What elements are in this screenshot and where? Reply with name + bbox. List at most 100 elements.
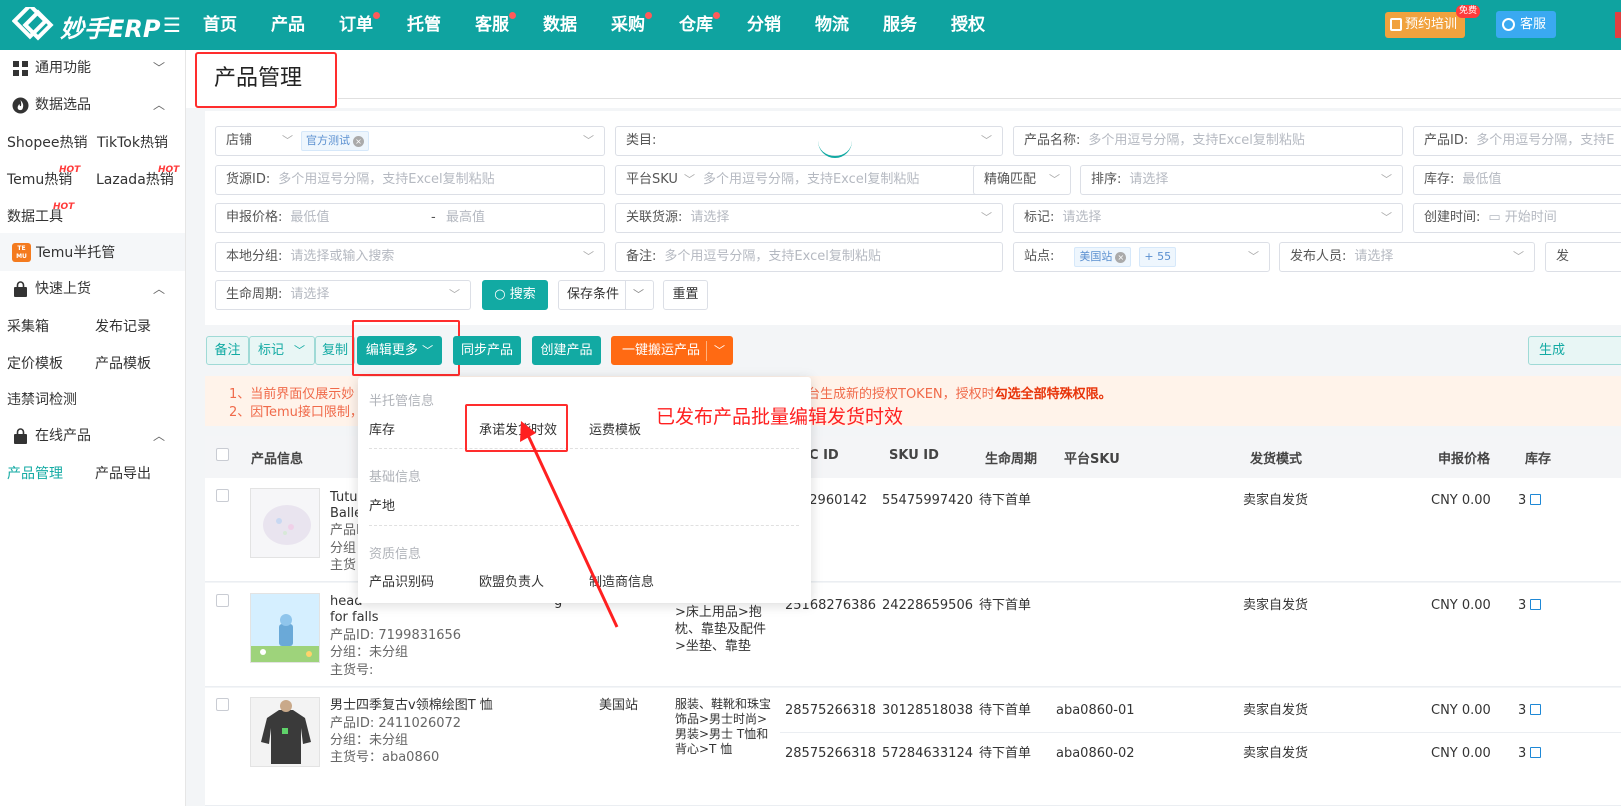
hot-badge: HOT bbox=[53, 202, 75, 212]
one-click-move-button[interactable]: 一键搬运产品 ﹀ bbox=[611, 336, 733, 365]
copy-button[interactable]: 复制 bbox=[315, 336, 355, 365]
sidebar-group-online[interactable]: 在线产品 ︿ bbox=[0, 418, 185, 455]
stock-cell[interactable]: 3 bbox=[1518, 702, 1542, 719]
price-range-input[interactable]: 申报价格: 最低值 - 最高值 bbox=[215, 203, 605, 233]
sidebar-item-tiktok-hot[interactable]: TikTok热销 bbox=[97, 133, 168, 153]
reset-button[interactable]: 重置 bbox=[663, 280, 708, 310]
sidebar-item-banned-words[interactable]: 违禁词检测 bbox=[7, 390, 77, 410]
remark-input[interactable]: 备注: 多个用逗号分隔，支持Excel复制粘贴 bbox=[615, 242, 1003, 272]
sort-select[interactable]: 排序: 请选择 ﹀ bbox=[1080, 165, 1403, 195]
product-id: 产品I bbox=[330, 523, 360, 538]
close-icon[interactable]: × bbox=[1115, 251, 1127, 263]
nav-auth[interactable]: 授权 bbox=[951, 0, 985, 50]
remark-button[interactable]: 备注 bbox=[206, 336, 249, 365]
menu-item-product-id-code[interactable]: 产品识别码 bbox=[369, 571, 434, 590]
sidebar-item-product-export[interactable]: 产品导出 bbox=[95, 464, 151, 484]
search-button[interactable]: ○ 搜索 bbox=[482, 280, 548, 310]
customer-service-button[interactable]: 客服 bbox=[1496, 11, 1556, 38]
edit-icon[interactable] bbox=[1530, 704, 1542, 715]
nav-service[interactable]: 服务 bbox=[883, 0, 917, 50]
ship-mode: 卖家自发货 bbox=[1243, 703, 1309, 718]
stock-min-input[interactable]: 库存: 最低值 bbox=[1413, 165, 1621, 195]
close-icon[interactable]: × bbox=[353, 135, 365, 147]
sidebar-group-common[interactable]: 通用功能 ﹀ bbox=[0, 50, 185, 87]
shop-select[interactable]: 店铺 ﹀ 官方测试 × ﹀ bbox=[215, 126, 605, 156]
product-group: 分组：未分组 bbox=[330, 645, 409, 660]
sync-products-button[interactable]: 同步产品 bbox=[453, 336, 521, 365]
book-training-button[interactable]: 预约培训 bbox=[1385, 12, 1465, 38]
stock-cell[interactable]: 3 bbox=[1518, 745, 1542, 762]
notification-dot bbox=[645, 12, 652, 19]
product-id: 产品ID: 7199831656 bbox=[330, 628, 462, 643]
nav-warehouse[interactable]: 仓库 bbox=[679, 0, 720, 50]
edge-button[interactable] bbox=[1615, 12, 1621, 38]
menu-item-origin[interactable]: 产地 bbox=[369, 495, 395, 514]
sidebar-item-collect-box[interactable]: 采集箱 bbox=[7, 317, 49, 337]
select-all-checkbox[interactable] bbox=[216, 448, 229, 461]
local-group-select[interactable]: 本地分组: 请选择或输入搜索 ﹀ bbox=[215, 242, 605, 272]
row-checkbox[interactable] bbox=[216, 489, 229, 502]
nav-distribution[interactable]: 分销 bbox=[747, 0, 781, 50]
save-condition-button[interactable]: 保存条件 ﹀ bbox=[558, 280, 654, 310]
match-mode-select[interactable]: 精确匹配 ﹀ bbox=[973, 165, 1071, 195]
nav-hosting[interactable]: 托管 bbox=[407, 0, 441, 50]
linked-source-select[interactable]: 关联货源: 请选择 ﹀ bbox=[615, 203, 1003, 233]
site-select[interactable]: 站点: 美国站 × + 55 ﹀ bbox=[1013, 242, 1270, 272]
highlight-box bbox=[195, 52, 337, 108]
section-qualification: 资质信息 bbox=[369, 547, 422, 562]
product-title[interactable]: 男士四季复古v领棉绘图T 恤 bbox=[330, 697, 493, 714]
generate-button[interactable]: 生成 bbox=[1528, 336, 1621, 365]
menu-item-manufacturer[interactable]: 制造商信息 bbox=[589, 571, 654, 590]
mark-dropdown-button[interactable]: 标记 ﹀ bbox=[249, 336, 315, 365]
create-product-button[interactable]: 创建产品 bbox=[532, 336, 601, 365]
row-checkbox[interactable] bbox=[216, 594, 229, 607]
publisher-select[interactable]: 发布人员: 请选择 ﹀ bbox=[1279, 242, 1535, 272]
menu-toggle-icon[interactable]: ☰ bbox=[163, 13, 181, 37]
product-name-input[interactable]: 产品名称: 多个用逗号分隔，支持Excel复制粘贴 bbox=[1013, 126, 1403, 156]
title-divider bbox=[338, 98, 1621, 99]
nav-data[interactable]: 数据 bbox=[543, 0, 577, 50]
bag-icon bbox=[14, 281, 27, 297]
product-id-input[interactable]: 产品ID: 多个用逗号分隔，支持E bbox=[1413, 126, 1621, 156]
source-id-input[interactable]: 货源ID: 多个用逗号分隔，支持Excel复制粘贴 bbox=[215, 165, 605, 195]
platform-sku-input[interactable]: 平台SKU ﹀ 多个用逗号分隔，支持Excel复制粘贴 bbox=[615, 165, 1003, 195]
sku-id: 55475997420 bbox=[882, 493, 973, 508]
sidebar-item-shopee-hot[interactable]: Shopee热销 bbox=[7, 133, 87, 153]
shop-tag: 官方测试 × bbox=[301, 130, 370, 151]
sidebar-item-pricing-template[interactable]: 定价模板 bbox=[7, 354, 63, 374]
nav-home[interactable]: 首页 bbox=[203, 0, 237, 50]
calendar-icon bbox=[1390, 18, 1402, 31]
search-icon: ○ bbox=[494, 287, 506, 302]
sidebar-group-selection[interactable]: 数据选品 ︿ bbox=[0, 87, 185, 124]
nav-product[interactable]: 产品 bbox=[271, 0, 305, 50]
category-select[interactable]: 类目: ﹀ bbox=[615, 126, 1003, 156]
hot-badge: HOT bbox=[158, 165, 180, 175]
sidebar-group-quick[interactable]: 快速上货 ︿ bbox=[0, 271, 185, 308]
sidebar-item-product-manage[interactable]: 产品管理 bbox=[7, 464, 63, 484]
free-badge: 免费 bbox=[1456, 5, 1481, 18]
edit-icon[interactable] bbox=[1530, 747, 1542, 758]
lifecycle-select[interactable]: 生命周期: 请选择 ﹀ bbox=[215, 280, 471, 310]
menu-item-eu-rep[interactable]: 欧盟负责人 bbox=[479, 571, 544, 590]
nav-cs[interactable]: 客服 bbox=[475, 0, 516, 50]
edit-icon[interactable] bbox=[1530, 494, 1542, 505]
stock-cell[interactable]: 3 bbox=[1518, 492, 1542, 509]
row-checkbox[interactable] bbox=[216, 698, 229, 711]
publish-field[interactable]: 发 bbox=[1545, 242, 1621, 272]
menu-item-stock[interactable]: 库存 bbox=[369, 419, 395, 438]
sidebar-item-publish-record[interactable]: 发布记录 bbox=[95, 317, 151, 337]
mark-select[interactable]: 标记: 请选择 ﹀ bbox=[1013, 203, 1403, 233]
menu-item-freight-template[interactable]: 运费模板 bbox=[589, 419, 641, 438]
sidebar-item-temu-semi[interactable]: TE MU Temu半托管 bbox=[0, 233, 185, 271]
stock-cell[interactable]: 3 bbox=[1518, 597, 1542, 614]
platform-sku: aba0860-01 bbox=[1056, 703, 1135, 718]
nav-order[interactable]: 订单 bbox=[339, 0, 380, 50]
create-time-picker[interactable]: 创建时间: ▭ 开始时间 bbox=[1413, 203, 1621, 233]
nav-logistics[interactable]: 物流 bbox=[815, 0, 849, 50]
product-title[interactable]: for falls bbox=[330, 609, 379, 626]
nav-purchase[interactable]: 采购 bbox=[611, 0, 652, 50]
edit-icon[interactable] bbox=[1530, 599, 1542, 610]
product-title[interactable]: Tutu bbox=[330, 489, 358, 506]
product-thumbnail bbox=[250, 488, 320, 558]
sidebar-item-product-template[interactable]: 产品模板 bbox=[95, 354, 151, 374]
